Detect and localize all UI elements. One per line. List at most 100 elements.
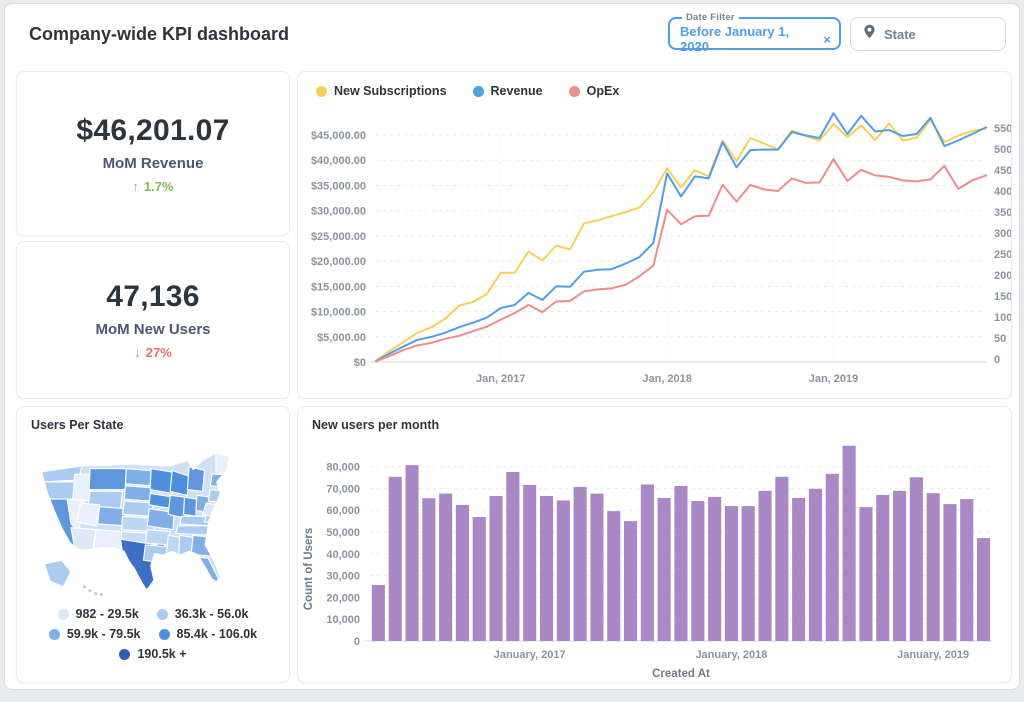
state-shape-tennessee[interactable] (175, 525, 213, 536)
bar[interactable] (388, 476, 402, 641)
bar[interactable] (607, 511, 621, 641)
bar[interactable] (489, 496, 503, 641)
bar[interactable] (792, 498, 806, 641)
bar[interactable] (825, 473, 839, 641)
bar[interactable] (926, 493, 940, 641)
bar[interactable] (506, 472, 520, 641)
line-chart-card: New Subscriptions Revenue OpEx $0 $5,000.00… (297, 71, 1012, 399)
kpi-label: MoM New Users (95, 321, 211, 338)
svg-text:40,000: 40,000 (326, 549, 360, 561)
bar[interactable] (758, 490, 772, 641)
state-shape-montana[interactable] (88, 468, 127, 491)
state-shape-hawaii[interactable] (88, 589, 92, 593)
bar[interactable] (573, 486, 587, 641)
bar[interactable] (624, 521, 638, 641)
svg-text:January, 2018: January, 2018 (695, 649, 767, 661)
svg-text:20,000: 20,000 (326, 592, 360, 604)
kpi-card-mom-new-users[interactable]: 47,136 MoM New Users ↓ 27% (16, 241, 290, 399)
location-pin-icon (863, 24, 876, 44)
legend-dot-icon (316, 85, 327, 97)
us-choropleth-map[interactable] (29, 443, 277, 601)
svg-text:50,000: 50,000 (326, 527, 360, 539)
kpi-delta-value: 27% (145, 345, 172, 360)
bar[interactable] (439, 493, 453, 641)
series-line-revenue[interactable] (375, 112, 987, 362)
date-filter[interactable]: Date Filter Before January 1, 2020 × (668, 12, 841, 54)
bar[interactable] (455, 505, 469, 641)
bar[interactable] (472, 517, 486, 641)
state-shape-north-dakota[interactable] (124, 468, 152, 487)
state-shape-mississippi[interactable] (165, 534, 181, 561)
bar[interactable] (724, 506, 738, 641)
dashboard-page: Company-wide KPI dashboard Date Filter B… (4, 3, 1020, 690)
state-shape-alaska[interactable] (43, 559, 72, 588)
series-line-opex[interactable] (375, 158, 987, 363)
svg-text:50: 50 (994, 333, 1006, 345)
svg-text:Jan, 2019: Jan, 2019 (809, 373, 859, 385)
bar[interactable] (876, 494, 890, 641)
state-filter[interactable]: State (850, 17, 1006, 51)
bar[interactable] (405, 465, 419, 641)
state-shape-arkansas[interactable] (144, 529, 171, 546)
legend-label: 982 - 29.5k (75, 607, 139, 621)
state-shape-hawaii[interactable] (82, 585, 86, 589)
bar[interactable] (893, 490, 907, 641)
svg-text:400: 400 (994, 186, 1011, 198)
state-shape-louisiana[interactable] (142, 544, 171, 565)
state-shape-south-dakota[interactable] (123, 485, 152, 502)
bar[interactable] (977, 538, 991, 641)
state-shape-pennsylvania[interactable] (207, 488, 231, 504)
bar[interactable] (741, 506, 755, 641)
state-shape-new-england[interactable] (215, 451, 235, 475)
close-icon[interactable]: × (823, 32, 831, 47)
line-chart-canvas[interactable]: $0 $5,000.00 $10,000.00 $15,000.00 $20,000.0… (298, 110, 1011, 396)
svg-text:350: 350 (994, 207, 1011, 219)
bar[interactable] (909, 477, 923, 641)
bar[interactable] (640, 484, 654, 642)
line-legend-item[interactable]: New Subscriptions (316, 84, 447, 98)
bar[interactable] (657, 498, 671, 641)
legend-label: 85.4k - 106.0k (176, 627, 258, 641)
bar[interactable] (859, 507, 873, 641)
bar[interactable] (842, 445, 856, 641)
bar[interactable] (523, 484, 537, 641)
state-shape-south-carolina[interactable] (209, 532, 225, 550)
legend-label: 59.9k - 79.5k (66, 627, 141, 641)
legend-label: Revenue (490, 84, 543, 98)
state-shape-michigan[interactable] (186, 466, 206, 493)
date-filter-value[interactable]: Before January 1, 2020 (680, 24, 815, 54)
state-shape-hawaii[interactable] (99, 592, 104, 597)
state-shape-new-mexico[interactable] (93, 529, 124, 556)
bar[interactable] (808, 488, 822, 641)
state-shape-utah[interactable] (76, 502, 101, 527)
svg-text:$45,000.00: $45,000.00 (311, 130, 366, 142)
state-shape-illinois[interactable] (167, 494, 187, 519)
svg-text:0: 0 (994, 354, 1000, 366)
bar[interactable] (540, 496, 554, 641)
kpi-card-mom-revenue[interactable]: $46,201.07 MoM Revenue ↑ 1.7% (16, 71, 290, 236)
svg-text:0: 0 (354, 636, 360, 648)
state-shape-georgia[interactable] (190, 534, 215, 557)
bar[interactable] (943, 504, 957, 641)
bar[interactable] (775, 476, 789, 641)
bar[interactable] (691, 501, 705, 641)
bar[interactable] (371, 585, 385, 641)
bar[interactable] (422, 498, 436, 641)
line-legend-item[interactable]: Revenue (472, 84, 543, 98)
bar[interactable] (960, 499, 974, 641)
bar[interactable] (556, 500, 570, 641)
map-legend: 982 - 29.5k 36.3k - 56.0k 59.9k - 79.5k 85.… (23, 607, 283, 661)
bar[interactable] (674, 486, 688, 641)
state-shape-florida[interactable] (192, 555, 223, 586)
state-shape-north-carolina[interactable] (207, 521, 233, 535)
svg-text:150: 150 (994, 291, 1011, 303)
line-legend-item[interactable]: OpEx (568, 84, 619, 98)
bar-chart-canvas[interactable]: 0 10,000 20,000 30,000 40,000 50,000 60,000 70,… (298, 437, 1011, 681)
state-shape-hawaii[interactable] (94, 592, 98, 596)
state-shape-alabama[interactable] (178, 534, 194, 559)
bar[interactable] (708, 496, 722, 641)
state-shape-indiana[interactable] (182, 496, 198, 517)
state-shape-arizona[interactable] (70, 527, 97, 556)
bar[interactable] (590, 493, 604, 641)
state-filter-label: State (884, 26, 916, 42)
